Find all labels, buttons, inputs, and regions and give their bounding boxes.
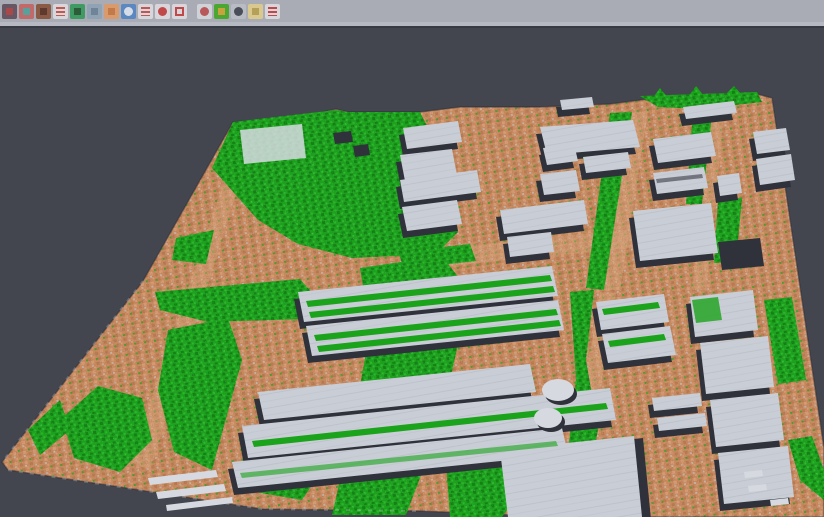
dark-roof	[718, 238, 764, 270]
flag-icon-glyph	[268, 7, 277, 16]
storage-tank	[534, 408, 562, 428]
dark-roof	[353, 144, 370, 157]
building-roof	[753, 128, 790, 154]
report-icon-glyph	[252, 8, 259, 15]
point-cloud-scene	[0, 26, 824, 517]
terrain-icon[interactable]	[36, 4, 51, 19]
points-cloud-icon-glyph	[6, 8, 13, 15]
list-icon[interactable]	[138, 4, 153, 19]
gear-icon-glyph	[234, 7, 243, 16]
report-icon[interactable]	[248, 4, 263, 19]
light-structure	[240, 124, 306, 164]
gear-icon[interactable]	[231, 4, 246, 19]
application-window	[0, 0, 824, 517]
sphere-icon[interactable]	[197, 4, 212, 19]
classification-map-icon[interactable]	[214, 4, 229, 19]
building-roof	[633, 203, 718, 261]
vegetation-patch	[652, 88, 668, 99]
classify-icon-glyph	[23, 8, 30, 15]
dark-roof	[333, 131, 353, 144]
building-roof	[540, 170, 580, 195]
target-icon[interactable]	[155, 4, 170, 19]
globe-icon-glyph	[124, 7, 133, 16]
building-roof	[700, 336, 774, 394]
target-icon-glyph	[158, 7, 167, 16]
building-roof	[717, 173, 742, 196]
3d-viewport[interactable]	[0, 26, 824, 517]
vegetation-icon-glyph	[74, 8, 81, 15]
vegetation-icon[interactable]	[70, 4, 85, 19]
roof-skylight-stripe	[692, 297, 722, 323]
toolbar	[0, 0, 824, 22]
vegetation-patch	[688, 86, 704, 97]
ground-class-icon[interactable]	[104, 4, 119, 19]
selection-icon[interactable]	[172, 4, 187, 19]
storage-tank	[542, 379, 574, 401]
terrain-icon-glyph	[40, 8, 47, 15]
flag-icon[interactable]	[265, 4, 280, 19]
ground-class-icon-glyph	[108, 8, 115, 15]
vegetation-patch	[724, 86, 742, 96]
sphere-icon-glyph	[200, 7, 209, 16]
classification-map-icon-glyph	[218, 8, 225, 15]
panel-icon[interactable]	[87, 4, 102, 19]
sparse-points-icon[interactable]	[53, 4, 68, 19]
sparse-points-icon-glyph	[56, 7, 65, 16]
classify-icon[interactable]	[19, 4, 34, 19]
building-roof	[710, 393, 784, 447]
building-roof	[756, 154, 795, 185]
list-icon-glyph	[141, 7, 150, 16]
globe-icon[interactable]	[121, 4, 136, 19]
panel-icon-glyph	[91, 8, 98, 15]
points-cloud-icon[interactable]	[2, 4, 17, 19]
selection-icon-glyph	[175, 7, 184, 16]
